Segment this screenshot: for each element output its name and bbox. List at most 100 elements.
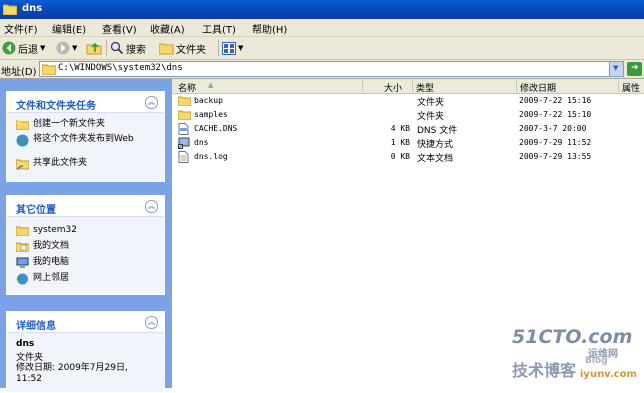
window-title: dns — [22, 3, 43, 14]
place-label: 我的电脑 — [33, 257, 70, 267]
file-modified: 2009-7-22 15:10 — [519, 110, 592, 119]
file-modified: 2009-7-22 15:16 — [519, 96, 592, 105]
other-places-panel: 其它位置 ︽ system32 我的文档 我的电脑 网上邻居 — [6, 195, 165, 295]
menu-edit[interactable]: 编辑(E) — [52, 21, 86, 36]
address-label: 地址(D) — [1, 67, 37, 78]
folder-icon — [178, 96, 191, 106]
collapse-icon[interactable]: ︽ — [145, 200, 158, 213]
column-attributes[interactable]: 属性 — [622, 81, 640, 94]
file-modified: 2009-7-29 13:55 — [519, 152, 592, 161]
folders-button[interactable]: 文件夹 — [159, 40, 206, 56]
file-size: 1 KB — [390, 138, 410, 147]
file-type: 文本文档 — [417, 154, 454, 164]
back-arrow-icon — [2, 41, 16, 55]
search-label: 搜索 — [126, 44, 146, 56]
collapse-icon[interactable]: ︽ — [145, 96, 158, 109]
column-separator[interactable] — [516, 80, 517, 92]
forward-arrow-icon — [56, 41, 70, 55]
file-size: 4 KB — [390, 124, 410, 133]
column-separator[interactable] — [412, 80, 413, 92]
details-modified: 修改日期: 2009年7月29日, 11:52 — [16, 363, 128, 384]
place-system32[interactable]: system32 — [16, 225, 77, 236]
views-button[interactable]: ▼ — [222, 40, 243, 56]
place-network[interactable]: 网上邻居 — [16, 273, 69, 285]
search-button[interactable]: 搜索 — [110, 40, 146, 56]
file-name: backup — [194, 96, 223, 105]
task-share-folder[interactable]: 共享此文件夹 — [16, 158, 87, 170]
file-name: CACHE.DNS — [194, 124, 238, 133]
watermark-iyunv: iyunv.com — [580, 369, 637, 380]
column-separator[interactable] — [362, 80, 363, 92]
column-name[interactable]: 名称 — [178, 81, 196, 94]
place-label: 网上邻居 — [33, 273, 70, 283]
back-label: 后退 — [18, 44, 38, 56]
task-new-folder[interactable]: 创建一个新文件夹 — [16, 119, 105, 130]
place-my-documents[interactable]: 我的文档 — [16, 241, 69, 252]
up-folder-button[interactable] — [86, 40, 102, 56]
title-bar: dns — [0, 0, 644, 19]
forward-button[interactable]: ▼ — [56, 40, 77, 56]
panel-header[interactable]: 文件和文件夹任务 ︽ — [7, 92, 164, 113]
address-dropdown-button[interactable]: ▼ — [609, 62, 623, 76]
task-label: 将这个文件夹发布到Web — [33, 134, 134, 144]
network-icon — [17, 273, 28, 285]
share-folder-icon — [16, 159, 29, 170]
back-button[interactable]: 后退 ▼ — [2, 40, 45, 56]
file-row[interactable]: dns.log 0 KB 文本文档 2009-7-29 13:55 — [172, 150, 644, 164]
my-documents-icon — [16, 242, 29, 252]
panel-header[interactable]: 其它位置 ︽ — [7, 196, 164, 217]
file-row[interactable]: backup 文件夹 2009-7-22 15:16 — [172, 94, 644, 108]
shortcut-icon — [178, 137, 190, 149]
sort-ascending-icon: ▲ — [208, 81, 214, 89]
panel-title: 文件和文件夹任务 — [16, 101, 96, 112]
column-modified[interactable]: 修改日期 — [520, 81, 556, 94]
file-type: 快捷方式 — [417, 140, 454, 150]
menu-tools[interactable]: 工具(T) — [202, 21, 236, 36]
address-path: C:\WINDOWS\system32\dns — [58, 63, 183, 73]
panel-header[interactable]: 详细信息 ︽ — [7, 312, 164, 333]
views-icon — [222, 41, 236, 55]
file-type: 文件夹 — [417, 98, 445, 108]
menu-bar: 文件(F) 编辑(E) 查看(V) 收藏(A) 工具(T) 帮助(H) — [0, 19, 644, 37]
toolbar: 后退 ▼ ▼ 搜索 文件夹 ▼ — [0, 37, 644, 60]
toolbar-separator — [218, 40, 219, 56]
address-bar: 地址(D) C:\WINDOWS\system32\dns ▼ ➜ — [0, 60, 644, 79]
file-icon — [178, 123, 189, 135]
menu-favorites[interactable]: 收藏(A) — [150, 21, 185, 36]
go-button[interactable]: ➜ — [627, 62, 642, 76]
folders-icon — [159, 43, 174, 54]
dropdown-arrow-icon: ▼ — [40, 44, 46, 52]
text-file-icon — [178, 151, 189, 163]
file-row[interactable]: CACHE.DNS 4 KB DNS 文件 2007-3-7 20:00 — [172, 122, 644, 136]
go-arrow-icon: ➜ — [631, 63, 639, 73]
file-name: dns.log — [194, 152, 228, 161]
task-pane: 文件和文件夹任务 ︽ 创建一个新文件夹 将这个文件夹发布到Web 共享此文件夹 … — [0, 79, 172, 393]
task-publish-web[interactable]: 将这个文件夹发布到Web — [16, 134, 136, 147]
menu-file[interactable]: 文件(F) — [4, 21, 38, 36]
file-type: 文件夹 — [417, 112, 445, 122]
folders-label: 文件夹 — [176, 44, 206, 56]
up-folder-icon — [86, 42, 102, 55]
menu-view[interactable]: 查看(V) — [102, 21, 137, 36]
details-type: 文件夹 — [16, 353, 44, 363]
search-icon — [110, 41, 124, 55]
file-row[interactable]: dns 1 KB 快捷方式 2009-7-29 11:52 — [172, 136, 644, 150]
folder-icon — [16, 226, 29, 236]
column-type[interactable]: 类型 — [416, 81, 434, 94]
file-row[interactable]: samples 文件夹 2009-7-22 15:10 — [172, 108, 644, 122]
address-input[interactable]: C:\WINDOWS\system32\dns ▼ — [39, 61, 624, 77]
toolbar-separator — [106, 40, 107, 56]
details-name: dns — [16, 339, 35, 349]
folder-icon — [3, 4, 17, 15]
dropdown-arrow-icon: ▼ — [72, 44, 78, 52]
collapse-icon[interactable]: ︽ — [145, 316, 158, 329]
chevron-down-icon: ▼ — [613, 64, 619, 72]
column-separator[interactable] — [618, 80, 619, 92]
file-size: 0 KB — [390, 152, 410, 161]
panel-title: 详细信息 — [16, 321, 56, 332]
new-folder-icon — [16, 120, 29, 130]
menu-help[interactable]: 帮助(H) — [252, 21, 287, 36]
column-size[interactable]: 大小 — [384, 81, 402, 94]
dropdown-arrow-icon: ▼ — [238, 44, 244, 52]
place-my-computer[interactable]: 我的电脑 — [16, 257, 69, 269]
